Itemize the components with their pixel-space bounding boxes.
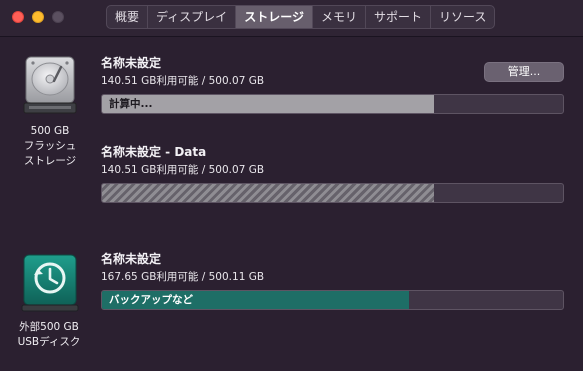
- external-disk-type: USBディスク: [17, 336, 81, 348]
- data-volume-name: 名称未設定 - Data: [101, 145, 207, 159]
- used-space-hatched-fill: [102, 184, 434, 202]
- manage-button[interactable]: 管理...: [484, 62, 564, 82]
- internal-hard-drive-icon: [23, 56, 77, 114]
- storage-pane: 500 GB フラッシュ ストレージ 名称未設定 140.51 GB利用可能 /…: [0, 37, 583, 371]
- tab-displays[interactable]: ディスプレイ: [148, 6, 237, 28]
- data-storage-usage-bar: [101, 183, 564, 203]
- internal-disk-type-2: ストレージ: [23, 155, 77, 167]
- volume-name: 名称未設定: [101, 56, 162, 70]
- storage-usage-bar: 計算中...: [101, 94, 564, 114]
- external-volume-capacity: 167.65 GB利用可能 / 500.11 GB: [101, 271, 265, 283]
- external-volume-name: 名称未設定: [101, 252, 162, 266]
- tab-memory[interactable]: メモリ: [313, 6, 366, 28]
- close-window-button[interactable]: [12, 11, 24, 23]
- internal-disk-caption: 500 GB フラッシュ ストレージ: [5, 124, 95, 169]
- internal-disk-size: 500 GB: [30, 125, 70, 137]
- tab-overview[interactable]: 概要: [107, 6, 149, 28]
- minimize-window-button[interactable]: [32, 11, 44, 23]
- zoom-window-button[interactable]: [52, 11, 64, 23]
- external-storage-usage-bar: バックアップなど: [101, 290, 564, 310]
- calculating-label: 計算中...: [109, 98, 153, 110]
- tab-support[interactable]: サポート: [366, 6, 431, 28]
- volume-capacity: 140.51 GB利用可能 / 500.07 GB: [101, 75, 265, 87]
- data-volume-capacity: 140.51 GB利用可能 / 500.07 GB: [101, 164, 265, 176]
- window-titlebar: 概要 ディスプレイ ストレージ メモリ サポート リソース: [0, 0, 583, 37]
- tab-resources[interactable]: リソース: [431, 6, 494, 28]
- tab-bar: 概要 ディスプレイ ストレージ メモリ サポート リソース: [106, 5, 496, 29]
- tab-storage[interactable]: ストレージ: [236, 6, 313, 28]
- backup-label: バックアップなど: [109, 294, 193, 306]
- time-machine-disk-icon: [21, 254, 79, 312]
- external-disk-size: 外部500 GB: [19, 321, 79, 333]
- internal-disk-type: フラッシュ: [23, 140, 77, 152]
- external-disk-caption: 外部500 GB USBディスク: [4, 320, 94, 350]
